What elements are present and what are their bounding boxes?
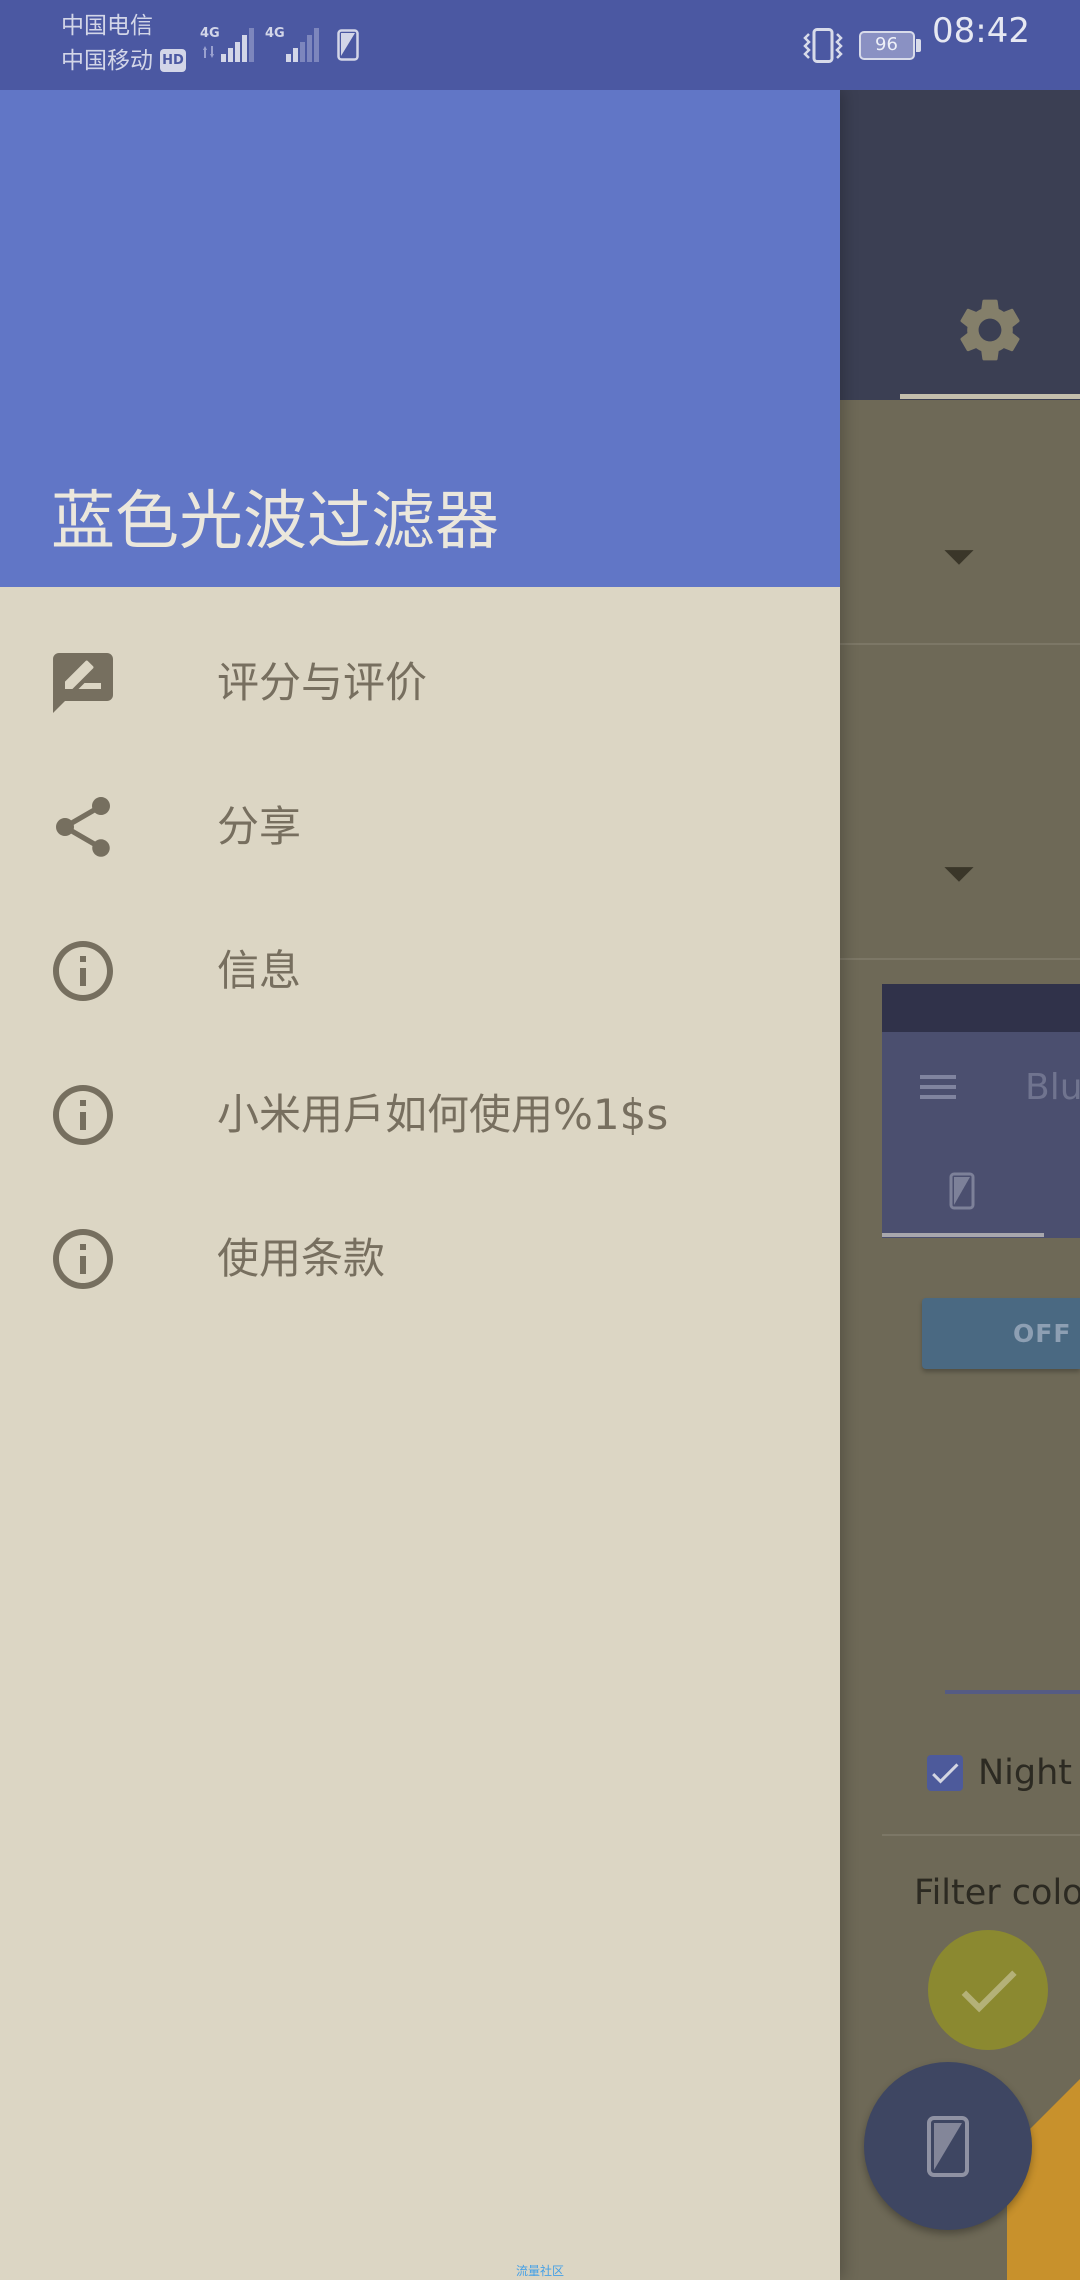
data-arrows-icon [203,46,214,58]
menu-item-rate-review[interactable]: 评分与评价 [0,611,840,755]
signal-bars-icon [221,28,254,62]
hd-badge: HD [160,49,186,72]
menu-item-xiaomi-help[interactable]: 小米用戶如何使用%1$s [0,1043,840,1187]
navigation-drawer: 蓝色光波过滤器 评分与评价 分享 信息 小米用戶如何使用%1$s 使用条款 [0,90,840,2280]
share-icon [47,791,119,863]
sim-filter-icon [337,29,359,61]
watermark: 流量社区 [515,2264,564,2278]
status-bar: 中国电信 中国移动 HD 4G 4G 96 08:42 [0,0,1080,90]
clock: 08:42 [932,11,1030,51]
menu-item-label: 分享 [217,802,302,851]
drawer-header: 蓝色光波过滤器 [0,90,840,587]
signal-icon: 4G [265,26,321,62]
menu-item-label: 使用条款 [217,1234,386,1283]
menu-item-label: 信息 [217,946,302,995]
network-type: 4G [200,26,220,41]
menu-item-label: 评分与评价 [217,658,428,707]
battery-nub [916,39,921,52]
info-icon [47,1223,119,1295]
menu-item-label: 小米用戶如何使用%1$s [217,1090,669,1139]
menu-item-share[interactable]: 分享 [0,755,840,899]
signal-icon: 4G [200,26,256,62]
screen: Blu OFF Night m Filter color 蓝色光波过滤器 [0,0,1080,2280]
info-icon [47,935,119,1007]
carrier-secondary: 中国移动 [61,48,153,74]
drawer-scrim[interactable] [840,90,1080,2280]
drawer-title: 蓝色光波过滤器 [51,485,499,559]
carrier-primary: 中国电信 [61,13,153,39]
menu-item-info[interactable]: 信息 [0,899,840,1043]
rate-review-icon [47,647,119,719]
signal-bars-icon [286,28,319,62]
battery-level: 96 [875,34,898,55]
menu-item-terms[interactable]: 使用条款 [0,1187,840,1331]
info-icon [47,1079,119,1151]
vibrate-icon [801,28,845,63]
battery-icon: 96 [859,31,915,60]
drawer-menu: 评分与评价 分享 信息 小米用戶如何使用%1$s 使用条款 [0,611,840,1331]
network-type: 4G [265,26,285,41]
